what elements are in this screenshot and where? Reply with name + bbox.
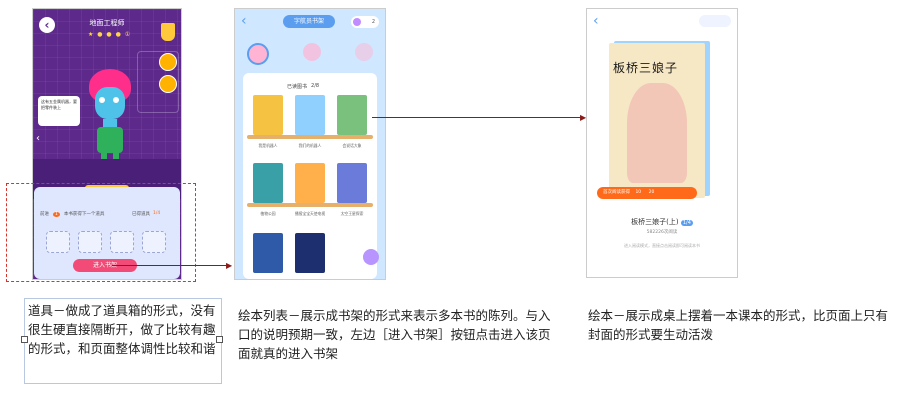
trophy-icon[interactable] bbox=[159, 53, 177, 71]
book-title: 太空王星探索 bbox=[340, 211, 364, 216]
level-title: 地面工程师 bbox=[89, 19, 125, 27]
back-icon[interactable]: ‹ bbox=[593, 13, 599, 29]
avatar-icon[interactable] bbox=[303, 43, 321, 61]
medal-icon[interactable] bbox=[159, 75, 177, 93]
book-name: 板桥三娘子(上) 1/4 bbox=[587, 217, 737, 227]
book-cover[interactable] bbox=[253, 163, 283, 203]
resize-handle[interactable] bbox=[216, 336, 223, 343]
book-cover[interactable] bbox=[337, 95, 367, 135]
book-tag: 1/4 bbox=[680, 220, 693, 226]
read-hint: 进入阅读模式，直接点击阅读即可阅读本书 bbox=[624, 243, 700, 248]
book-title: 我是机器人 bbox=[258, 143, 278, 148]
avatar-icon[interactable] bbox=[247, 43, 269, 65]
avatar-icon[interactable] bbox=[355, 43, 373, 61]
book-title: 我们的机器人 bbox=[298, 143, 322, 148]
annotation-arrow-line bbox=[112, 265, 228, 266]
reward-a: 10 bbox=[635, 190, 642, 195]
book-cover[interactable] bbox=[253, 233, 283, 273]
read-count: 582226次阅读 bbox=[646, 230, 678, 235]
book-cover[interactable] bbox=[295, 95, 325, 135]
shelf-board bbox=[247, 203, 373, 207]
screenshot-bookshelf-page: ‹ 字航员书架 2 已读图书 2/8 我是机器人 我们的机器人 会说话大象 植物… bbox=[234, 8, 386, 280]
star-progress: ★ ● ● ● ① bbox=[88, 31, 132, 38]
book-title: 播报宝宝天使电视 bbox=[294, 211, 326, 216]
back-icon[interactable]: ‹ bbox=[241, 13, 247, 29]
book-cover[interactable] bbox=[253, 95, 283, 135]
book-title: 会说话大象 bbox=[342, 143, 362, 148]
toolbox-highlight-box bbox=[6, 183, 196, 282]
shelf-count: 2/8 bbox=[311, 83, 320, 89]
book-cover[interactable] bbox=[337, 163, 367, 203]
back-icon[interactable]: ‹ bbox=[39, 17, 55, 33]
caption-picture-book: 绘本－展示成桌上摆着一本课本的形式，比页面上只有封面的形式要生动活泼 bbox=[588, 308, 889, 342]
shelf-header-title: 字航员书架 bbox=[283, 15, 335, 28]
left-arrow-icon[interactable]: ‹ bbox=[36, 133, 40, 144]
coin-icon bbox=[353, 18, 361, 26]
fab-icon[interactable] bbox=[363, 249, 379, 265]
reward-b: 20 bbox=[648, 190, 655, 195]
bookshelf-panel: 已读图书 2/8 我是机器人 我们的机器人 会说话大象 植物公园 播报宝宝天使电… bbox=[243, 73, 377, 279]
caption-toolbox: 道具－做成了道具箱的形式，没有很生硬直接隔断开，做了比较有趣的形式，和页面整体调… bbox=[28, 303, 216, 356]
coin-counter bbox=[699, 15, 731, 27]
book-title: 植物公园 bbox=[260, 211, 276, 216]
first-read-reward-bar: 首次阅读获得 10 20 bbox=[597, 187, 697, 199]
book-name-text: 板桥三娘子(上) bbox=[631, 218, 679, 226]
speech-bubble: 这有五金属机器，要把零件装上 bbox=[38, 96, 80, 126]
shelf-board bbox=[247, 135, 373, 139]
cup-icon[interactable] bbox=[161, 23, 175, 41]
caption-bookshelf: 绘本列表－展示成书架的形式来表示多本书的陈列。与入口的说明预期一致，左边［进入书… bbox=[238, 308, 551, 361]
annotation-arrow-line bbox=[372, 117, 584, 118]
screenshot-picture-book-page: ‹ 板桥三娘子 首次阅读获得 10 20 板桥三娘子(上) 1/4 582226… bbox=[586, 8, 738, 278]
shelf-heading: 已读图书 2/8 bbox=[287, 83, 319, 90]
cover-illustration bbox=[627, 83, 687, 183]
cover-title: 板桥三娘子 bbox=[613, 61, 679, 75]
reward-text: 首次阅读获得 bbox=[603, 190, 630, 195]
resize-handle[interactable] bbox=[21, 336, 28, 343]
book-cover[interactable] bbox=[295, 163, 325, 203]
arrow-head-icon: ▶ bbox=[226, 261, 233, 270]
shelf-label: 已读图书 bbox=[287, 84, 308, 90]
book-cover[interactable] bbox=[295, 233, 325, 273]
